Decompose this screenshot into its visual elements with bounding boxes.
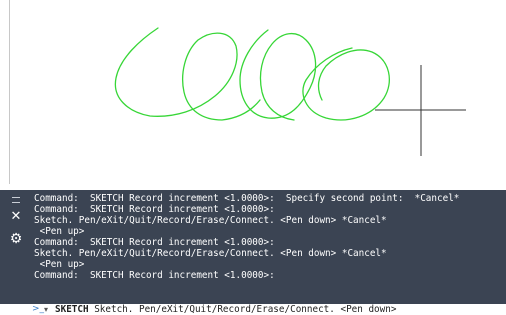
sketch-stroke-3 [302,47,390,121]
close-icon[interactable]: ✕ [9,210,23,224]
command-window[interactable]: ✕ ⚙ Command: SKETCH Record increment <1.… [0,184,506,315]
history-line: Command: SKETCH Record increment <1.0000… [34,237,275,248]
history-line: Sketch. Pen/eXit/Quit/Record/Erase/Conne… [34,248,387,259]
history-line: Command: SKETCH Record increment <1.0000… [34,204,275,215]
drawing-canvas[interactable] [0,0,506,184]
sketch-drawing [114,27,466,156]
command-prompt-icon: >_ [32,304,45,314]
wrench-icon[interactable]: ⚙ [9,232,23,246]
active-command-name: SKETCH [55,304,89,315]
crosshair-cursor [375,65,466,156]
history-line: <Pen up> [34,259,85,270]
history-line: Sketch. Pen/eXit/Quit/Record/Erase/Conne… [34,215,387,226]
active-command-options: Sketch. Pen/eXit/Quit/Record/Erase/Conne… [88,304,397,315]
history-line: Command: SKETCH Record increment <1.0000… [34,270,275,281]
dropdown-arrow-icon[interactable]: ▾ [44,304,48,315]
sketch-stroke-2 [239,29,317,121]
command-input[interactable]: >_ ▾ SKETCH Sketch. Pen/eXit/Quit/Record… [30,304,506,315]
command-history[interactable]: Command: SKETCH Record increment <1.0000… [30,190,506,304]
command-prompt-text[interactable]: SKETCH Sketch. Pen/eXit/Quit/Record/Eras… [55,304,396,315]
history-line: Command: SKETCH Record increment <1.0000… [34,193,460,204]
history-line: <Pen up> [34,226,85,237]
command-window-toolbar: ✕ ⚙ [0,190,30,304]
sketch-stroke-1 [114,27,261,121]
grip-icon[interactable] [12,197,20,203]
